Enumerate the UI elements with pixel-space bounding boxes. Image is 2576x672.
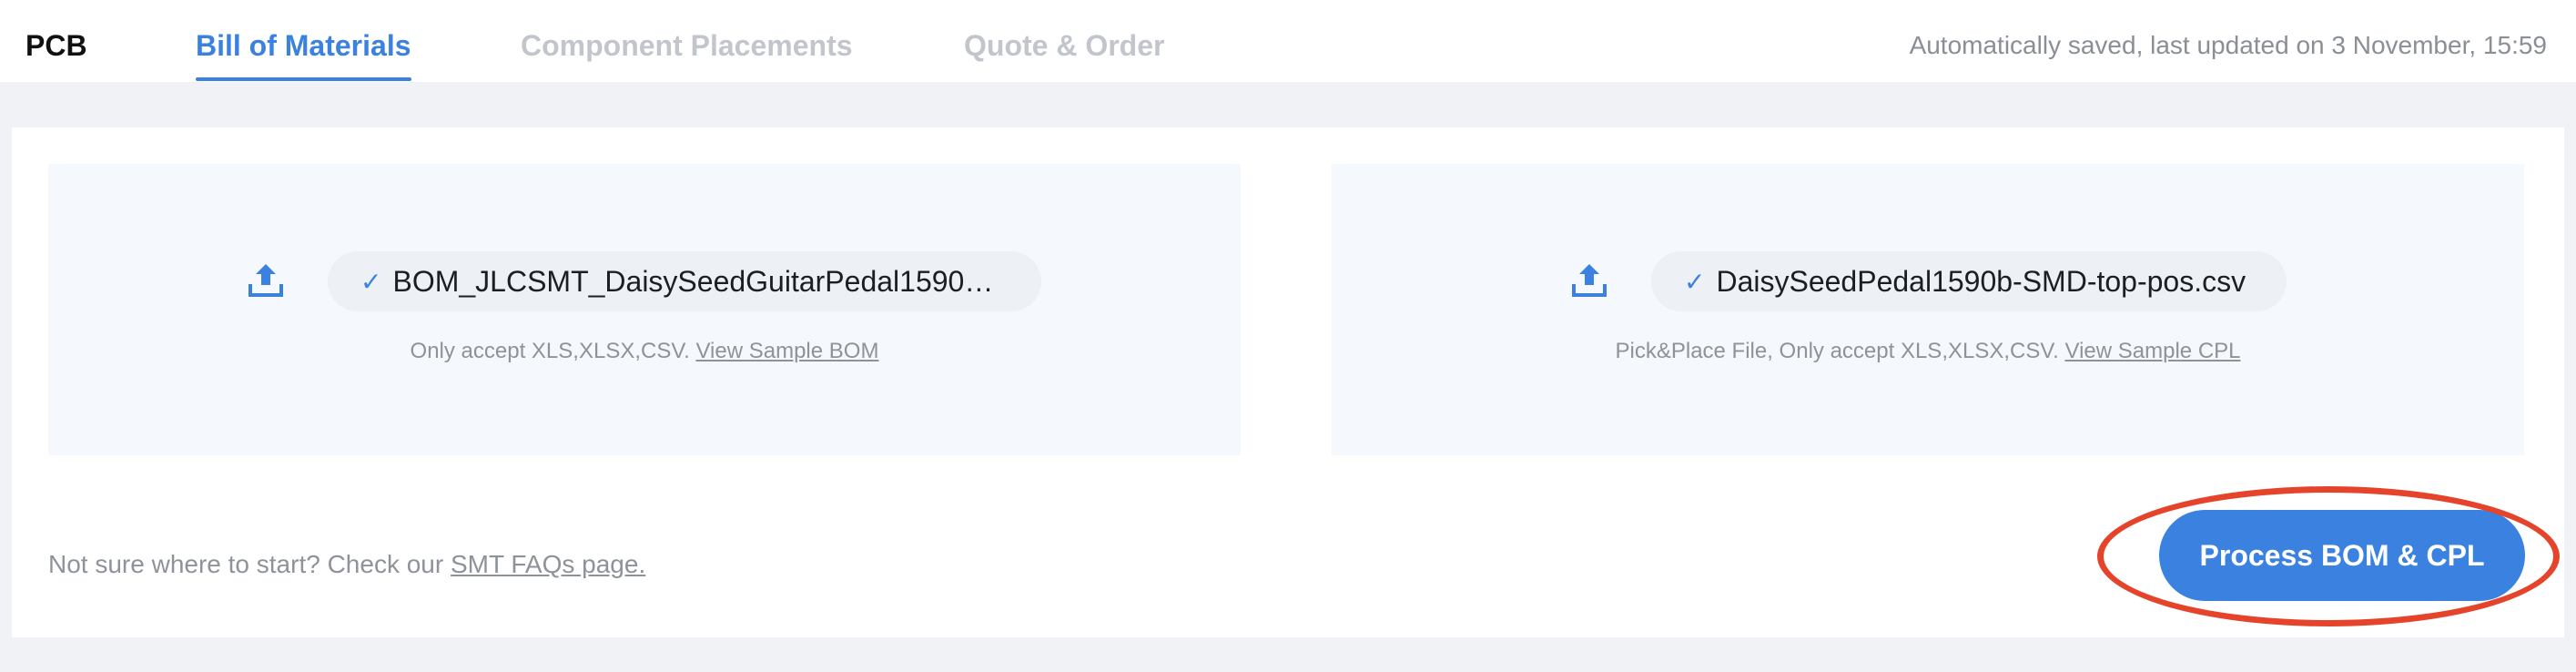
brand-label: PCB (25, 29, 87, 62)
view-sample-bom-link[interactable]: View Sample BOM (695, 339, 878, 363)
bom-hint: Only accept XLS,XLSX,CSV. View Sample BO… (48, 339, 1241, 364)
bom-file-name: BOM_JLCSMT_DaisySeedGuitarPedal1590b… (392, 264, 1003, 298)
tab-bill-of-materials[interactable]: Bill of Materials (196, 29, 411, 63)
upload-icon[interactable] (246, 260, 286, 300)
bom-upload-panel[interactable]: ✓ BOM_JLCSMT_DaisySeedGuitarPedal1590b… … (48, 164, 1241, 455)
autosave-status: Automatically saved, last updated on 3 N… (1909, 31, 2547, 59)
upload-icon[interactable] (1569, 260, 1609, 300)
active-tab-indicator (196, 77, 411, 81)
bom-hint-text: Only accept XLS,XLSX,CSV. (410, 339, 690, 363)
bom-upload-row: ✓ BOM_JLCSMT_DaisySeedGuitarPedal1590b… (48, 249, 1241, 313)
check-icon: ✓ (360, 267, 382, 296)
faq-text: Not sure where to start? Check our (48, 550, 444, 578)
top-navigation: PCB Bill of Materials Component Placemen… (0, 0, 2576, 82)
cpl-file-chip[interactable]: ✓ DaisySeedPedal1590b-SMD-top-pos.csv (1651, 251, 2287, 311)
tab-quote-and-order[interactable]: Quote & Order (964, 29, 1164, 63)
cpl-upload-row: ✓ DaisySeedPedal1590b-SMD-top-pos.csv (1332, 249, 2524, 313)
cpl-hint-text: Pick&Place File, Only accept XLS,XLSX,CS… (1615, 339, 2059, 363)
process-bom-cpl-button[interactable]: Process BOM & CPL (2159, 510, 2525, 601)
faq-help: Not sure where to start? Check our SMT F… (48, 550, 645, 579)
check-icon: ✓ (1684, 267, 1706, 296)
cpl-upload-panel[interactable]: ✓ DaisySeedPedal1590b-SMD-top-pos.csv Pi… (1332, 164, 2524, 455)
cpl-file-name: DaisySeedPedal1590b-SMD-top-pos.csv (1716, 264, 2246, 298)
smt-faqs-link[interactable]: SMT FAQs page. (451, 550, 645, 578)
view-sample-cpl-link[interactable]: View Sample CPL (2065, 339, 2241, 363)
tab-component-placements[interactable]: Component Placements (521, 29, 853, 63)
cpl-hint: Pick&Place File, Only accept XLS,XLSX,CS… (1332, 339, 2524, 364)
bom-file-chip[interactable]: ✓ BOM_JLCSMT_DaisySeedGuitarPedal1590b… (328, 251, 1041, 311)
